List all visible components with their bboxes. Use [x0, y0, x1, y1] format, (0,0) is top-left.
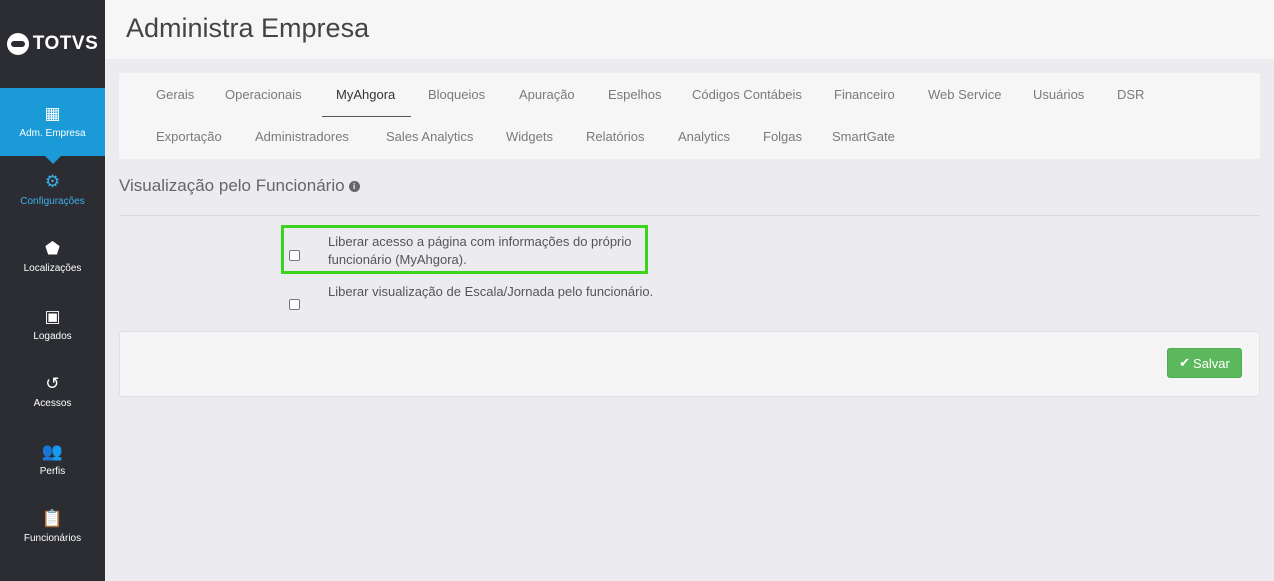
- schedule-visibility-label: Liberar visualização de Escala/Jornada p…: [328, 284, 654, 299]
- myahgora-access-label: Liberar acesso a página com informações …: [328, 233, 632, 268]
- sidebar-item-logados[interactable]: ▣ Logados: [0, 291, 105, 359]
- section-divider: [119, 215, 1260, 216]
- sidebar-item-label: Adm. Empresa: [19, 128, 86, 140]
- clipboard-user-icon: 📋: [41, 509, 64, 529]
- history-icon: ↺: [45, 374, 60, 394]
- section-title: Visualização pelo Funcionário i: [119, 176, 360, 196]
- gear-icon: ⚙: [44, 171, 61, 191]
- sidebar-item-acessos[interactable]: ↺ Acessos: [0, 358, 105, 426]
- info-icon[interactable]: i: [348, 180, 360, 192]
- totvs-logo-icon: [6, 33, 29, 55]
- tab-apuracao[interactable]: Apuração: [519, 87, 575, 102]
- tab-web-service[interactable]: Web Service: [928, 87, 1001, 102]
- tab-widgets[interactable]: Widgets: [506, 129, 553, 144]
- tab-codigos-contabeis[interactable]: Códigos Contábeis: [692, 87, 802, 102]
- sidebar-item-perfis[interactable]: 👥 Perfis: [0, 426, 105, 494]
- brand-name: TOTVS: [32, 33, 99, 54]
- tab-gerais[interactable]: Gerais: [156, 87, 194, 102]
- tab-bloqueios[interactable]: Bloqueios: [428, 87, 485, 102]
- myahgora-access-label-line2: funcionário (MyAhgora).: [328, 251, 467, 267]
- sidebar-item-adm-empresa[interactable]: ▦ Adm. Empresa: [0, 88, 105, 163]
- tab-usuarios[interactable]: Usuários: [1033, 87, 1084, 102]
- check-icon: ✔: [1179, 355, 1191, 370]
- tab-folgas[interactable]: Folgas: [763, 129, 802, 144]
- myahgora-access-checkbox[interactable]: [289, 250, 300, 261]
- sidebar-item-funcionarios[interactable]: 📋 Funcionários: [0, 493, 105, 561]
- tab-exportacao[interactable]: Exportação: [156, 129, 222, 144]
- sidebar-item-label: Perfis: [39, 465, 66, 477]
- tab-bar: [119, 73, 1260, 159]
- save-button[interactable]: ✔ Salvar: [1167, 348, 1242, 378]
- myahgora-access-label-line1: Liberar acesso a página com informações …: [328, 234, 632, 249]
- id-card-icon: ▣: [44, 306, 61, 326]
- tab-sales-analytics[interactable]: Sales Analytics: [386, 129, 473, 144]
- tab-operacionais[interactable]: Operacionais: [225, 87, 302, 102]
- tag-icon: ⬟: [45, 239, 60, 259]
- tab-smartgate[interactable]: SmartGate: [832, 129, 895, 144]
- tab-analytics[interactable]: Analytics: [678, 129, 730, 144]
- sidebar-item-localizacoes[interactable]: ⬟ Localizações: [0, 223, 105, 291]
- users-icon: 👥: [41, 441, 64, 461]
- tab-myahgora[interactable]: MyAhgora: [336, 87, 395, 102]
- sidebar-item-label: Acessos: [33, 398, 72, 410]
- tab-financeiro[interactable]: Financeiro: [834, 87, 895, 102]
- building-gear-icon: ▦: [44, 104, 61, 124]
- sidebar-item-label: Logados: [33, 330, 72, 342]
- section-title-text: Visualização pelo Funcionário: [119, 176, 345, 195]
- tab-relatorios[interactable]: Relatórios: [586, 129, 645, 144]
- schedule-visibility-checkbox[interactable]: [289, 299, 300, 310]
- tab-administradores[interactable]: Administradores: [255, 129, 349, 144]
- sidebar-item-label: Funcionários: [23, 533, 82, 545]
- tab-espelhos[interactable]: Espelhos: [608, 87, 661, 102]
- sidebar: TOTVS ▦ Adm. Empresa ⚙ Configurações ⬟ L…: [0, 0, 105, 581]
- tab-dsr[interactable]: DSR: [1117, 87, 1144, 102]
- page-title: Administra Empresa: [126, 13, 370, 43]
- totvs-logo[interactable]: TOTVS: [0, 0, 105, 88]
- sidebar-item-label: Configurações: [20, 195, 85, 207]
- sidebar-item-label: Localizações: [23, 263, 82, 275]
- actions-panel: [119, 331, 1260, 397]
- sidebar-item-configuracoes[interactable]: ⚙ Configurações: [0, 156, 105, 224]
- active-tab-indicator: [322, 116, 411, 117]
- page-header: Administra Empresa: [105, 0, 1274, 59]
- save-button-label: Salvar: [1193, 355, 1230, 371]
